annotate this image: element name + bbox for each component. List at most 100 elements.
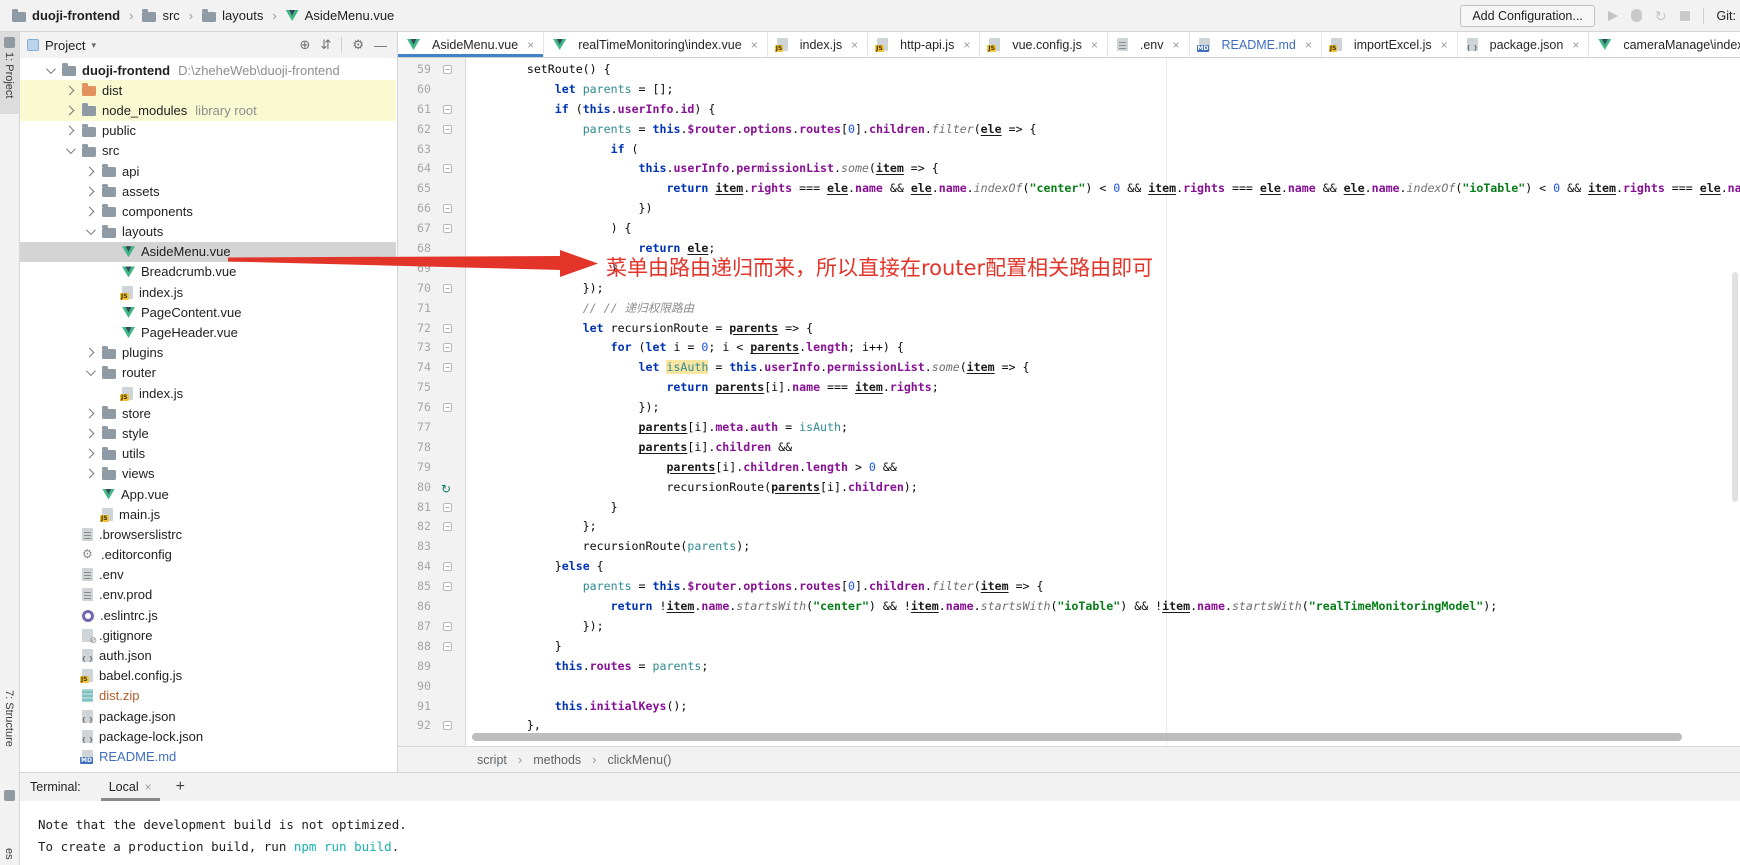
collapse-all-icon[interactable]: ⇵ (320, 37, 331, 53)
code-line[interactable] (466, 677, 1740, 697)
tree-item-node-modules[interactable]: node_moduleslibrary root (20, 100, 396, 120)
stripe-label-structure[interactable]: 7: Structure (3, 690, 15, 747)
code-line[interactable]: recursionRoute(parents[i].children); (466, 478, 1740, 498)
fold-icon[interactable]: − (443, 164, 452, 173)
fold-icon[interactable]: − (443, 65, 452, 74)
editor-breadcrumb-item-methods[interactable]: methods (533, 753, 581, 767)
chevron-right-icon[interactable] (85, 449, 95, 459)
tab-http-api-js[interactable]: http-api.js× (868, 32, 980, 57)
code-line[interactable]: }; (466, 517, 1740, 537)
tree-item-components[interactable]: components (20, 201, 396, 221)
tree-item-dist[interactable]: dist (20, 80, 396, 100)
fold-icon[interactable]: − (443, 522, 452, 531)
fold-icon[interactable]: − (443, 224, 452, 233)
tab-cameramanage-index-vue[interactable]: cameraManage\index.vue× (1589, 32, 1740, 57)
editor-breadcrumb-item-script[interactable]: script (477, 753, 507, 767)
code-line[interactable]: } (466, 498, 1740, 518)
chevron-right-icon[interactable] (65, 106, 75, 116)
tab-importexcel-js[interactable]: importExcel.js× (1322, 32, 1458, 57)
tree-item-store[interactable]: store (20, 403, 396, 423)
project-panel-title[interactable]: Project (45, 38, 85, 53)
fold-icon[interactable]: − (443, 324, 452, 333)
close-icon[interactable]: × (1091, 38, 1098, 52)
close-icon[interactable]: × (963, 38, 970, 52)
close-icon[interactable]: × (1441, 38, 1448, 52)
editor-breadcrumb-item-clickmenu[interactable]: clickMenu() (608, 753, 672, 767)
tree-item-eslintrc-js[interactable]: .eslintrc.js (20, 605, 396, 625)
fold-icon[interactable]: − (443, 343, 452, 352)
chevron-right-icon[interactable] (85, 166, 95, 176)
code-line[interactable]: return item.rights === ele.name && ele.n… (466, 179, 1740, 199)
chevron-right-icon[interactable] (85, 408, 95, 418)
chevron-down-icon[interactable] (66, 144, 76, 154)
code-line[interactable]: this.initialKeys(); (466, 697, 1740, 717)
new-terminal-session-icon[interactable]: + (176, 778, 185, 796)
tree-item-plugins[interactable]: plugins (20, 343, 396, 363)
close-icon[interactable]: × (1305, 38, 1312, 52)
stripe-label-project[interactable]: 1: Project (3, 52, 15, 98)
run-icon[interactable] (1608, 11, 1618, 21)
code-line[interactable]: }) (466, 199, 1740, 219)
fold-icon[interactable]: − (443, 363, 452, 372)
fold-icon[interactable]: − (443, 642, 452, 651)
code-line[interactable]: return !item.name.startsWith("center") &… (466, 597, 1740, 617)
stripe-label-partial[interactable]: es (3, 848, 15, 860)
code-line[interactable]: parents = this.$router.options.routes[0]… (466, 577, 1740, 597)
terminal-tab-local[interactable]: Local × (101, 773, 160, 801)
stop-icon[interactable] (1680, 11, 1690, 21)
code-line[interactable]: } (466, 637, 1740, 657)
tree-item-api[interactable]: api (20, 161, 396, 181)
chevron-right-icon[interactable] (65, 85, 75, 95)
code-line[interactable]: if (this.userInfo.id) { (466, 100, 1740, 120)
tree-item-index-js[interactable]: index.js (20, 282, 396, 302)
tab-vue-config-js[interactable]: vue.config.js× (980, 32, 1108, 57)
tree-item-gitignore[interactable]: .gitignore (20, 625, 396, 645)
code-line[interactable]: parents[i].children && (466, 438, 1740, 458)
tab-realtimemonitoring-index-vue[interactable]: realTimeMonitoring\index.vue× (544, 32, 768, 57)
chevron-down-icon[interactable] (86, 367, 96, 377)
code-line[interactable]: for (let i = 0; i < parents.length; i++)… (466, 338, 1740, 358)
close-icon[interactable]: × (1172, 38, 1179, 52)
tab-package-json[interactable]: package.json× (1458, 32, 1590, 57)
fold-icon[interactable]: − (443, 204, 452, 213)
chevron-down-icon[interactable] (46, 64, 56, 74)
breadcrumb-item-src[interactable]: src (142, 8, 179, 23)
code-line[interactable]: recursionRoute(parents); (466, 537, 1740, 557)
horizontal-scrollbar[interactable] (472, 733, 1682, 741)
chevron-right-icon[interactable] (85, 206, 95, 216)
tree-item-auth-json[interactable]: auth.json (20, 645, 396, 665)
chevron-right-icon[interactable] (85, 186, 95, 196)
code-line[interactable]: setRoute() { (466, 60, 1740, 80)
code-line[interactable]: this.routes = parents; (466, 657, 1740, 677)
tree-item-layouts[interactable]: layouts (20, 222, 396, 242)
fold-icon[interactable]: − (443, 105, 452, 114)
locate-file-icon[interactable]: ⊕ (300, 37, 311, 53)
fold-icon[interactable]: − (443, 284, 452, 293)
tree-item-package-lock-json[interactable]: package-lock.json (20, 726, 396, 746)
tree-item-utils[interactable]: utils (20, 444, 396, 464)
tab-env[interactable]: .env× (1108, 32, 1190, 57)
gear-icon[interactable]: ⚙ (352, 37, 364, 53)
git-branch-label[interactable]: Git: (1717, 9, 1736, 23)
tree-item-src[interactable]: src (20, 141, 396, 161)
code-line[interactable]: return parents[i].name === item.rights; (466, 378, 1740, 398)
fold-icon[interactable]: − (443, 721, 452, 730)
code-line[interactable]: let parents = []; (466, 80, 1740, 100)
tree-item-dist-zip[interactable]: dist.zip (20, 686, 396, 706)
tab-asidemenu-vue[interactable]: AsideMenu.vue× (398, 32, 544, 57)
tree-item-readme-md[interactable]: README.md (20, 746, 396, 766)
fold-icon[interactable]: − (443, 503, 452, 512)
tree-item-style[interactable]: style (20, 423, 396, 443)
tree-item-babel-config-js[interactable]: babel.config.js (20, 666, 396, 686)
chevron-down-icon[interactable]: ▾ (91, 40, 96, 51)
close-icon[interactable]: × (751, 38, 758, 52)
add-configuration-button[interactable]: Add Configuration... (1460, 5, 1595, 27)
tab-readme-md[interactable]: README.md× (1190, 32, 1322, 57)
tree-item-pagecontent-vue[interactable]: PageContent.vue (20, 302, 396, 322)
chevron-right-icon[interactable] (85, 429, 95, 439)
code-editor[interactable]: setRoute() { let parents = []; if (this.… (466, 58, 1740, 746)
code-line[interactable]: parents = this.$router.options.routes[0]… (466, 120, 1740, 140)
close-icon[interactable]: × (527, 38, 534, 52)
close-icon[interactable]: × (145, 780, 152, 794)
breadcrumb-item-asidemenu-vue[interactable]: AsideMenu.vue (286, 8, 395, 23)
